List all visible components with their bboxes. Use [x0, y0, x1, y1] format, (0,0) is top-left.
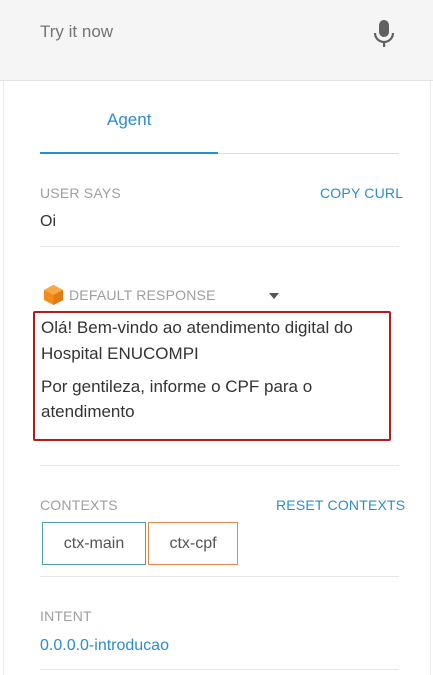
- intent-label: INTENT: [40, 608, 92, 624]
- context-chip-cpf[interactable]: ctx-cpf: [148, 522, 238, 565]
- reset-contexts-button[interactable]: RESET CONTEXTS: [276, 497, 405, 513]
- divider: [40, 465, 399, 466]
- response-line: atendimento: [41, 402, 135, 421]
- intent-link[interactable]: 0.0.0.0-introducao: [40, 637, 169, 655]
- microphone-icon[interactable]: [373, 20, 395, 48]
- dialogflow-hexagon-icon: [44, 285, 63, 305]
- default-response-label: DEFAULT RESPONSE: [69, 287, 216, 303]
- tab-active-indicator: [40, 152, 218, 154]
- response-line: Hospital ENUCOMPI: [41, 344, 199, 363]
- user-says-label: USER SAYS: [40, 185, 121, 201]
- context-chip-main[interactable]: ctx-main: [42, 522, 146, 565]
- divider: [40, 246, 399, 247]
- try-it-now-bar: Try it now: [0, 0, 433, 81]
- divider: [40, 669, 399, 670]
- tab-agent[interactable]: Agent: [107, 110, 151, 130]
- response-line: Por gentileza, informe o CPF para o: [41, 377, 313, 396]
- try-it-now-input[interactable]: Try it now: [40, 22, 113, 42]
- copy-curl-button[interactable]: COPY CURL: [320, 185, 403, 201]
- divider: [40, 576, 399, 577]
- response-line: Olá! Bem-vindo ao atendimento digital do: [41, 318, 353, 337]
- user-says-text: Oi: [40, 213, 56, 230]
- chevron-down-icon[interactable]: [269, 293, 279, 299]
- tab-divider: [218, 153, 399, 154]
- contexts-label: CONTEXTS: [40, 497, 118, 513]
